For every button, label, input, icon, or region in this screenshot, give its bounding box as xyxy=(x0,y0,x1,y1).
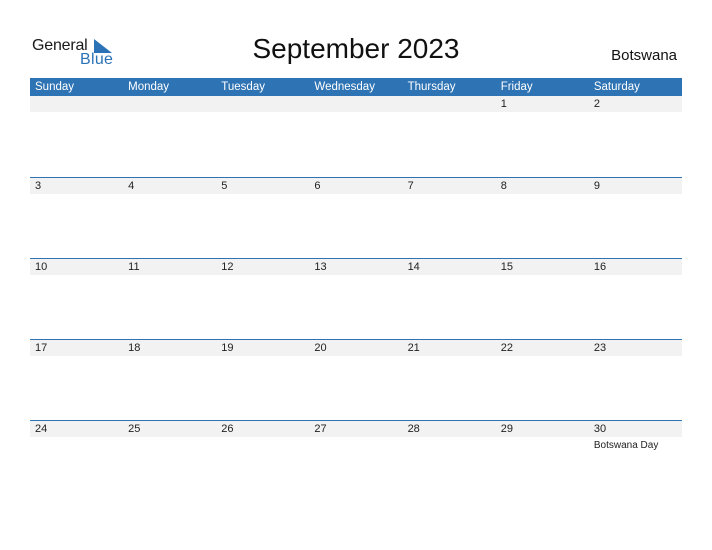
day-cell: 2 xyxy=(593,98,600,110)
day-cell: 6 xyxy=(314,180,321,192)
day-cell: 9 xyxy=(593,180,600,192)
weekday-monday: Monday xyxy=(128,81,170,93)
date-strip: 12 xyxy=(30,96,682,112)
day-cell: 30 Botswana Day xyxy=(589,421,682,451)
weekday-header: Sunday Monday Tuesday Wednesday Thursday… xyxy=(30,78,682,96)
day-cell: 18 xyxy=(128,342,141,354)
day-cell: 3 xyxy=(35,180,42,192)
day-cell: 27 xyxy=(314,423,327,435)
weekday-saturday: Saturday xyxy=(593,81,640,93)
week-row: 17 18 19 20 21 22 23 xyxy=(30,339,682,420)
day-cell: 12 xyxy=(221,261,234,273)
day-cell: 16 xyxy=(593,261,607,273)
day-cell: 17 xyxy=(35,342,48,354)
empty-day-cell xyxy=(309,96,402,112)
day-cell: 4 xyxy=(128,180,135,192)
weekday-thursday: Thursday xyxy=(407,81,456,93)
day-cell: 8 xyxy=(500,180,507,192)
week-row: 12 xyxy=(30,96,682,177)
empty-day-cell xyxy=(403,96,496,112)
day-cell: 13 xyxy=(314,261,327,273)
empty-day-cell xyxy=(123,96,216,112)
calendar-grid: Sunday Monday Tuesday Wednesday Thursday… xyxy=(30,78,682,501)
date-strip: 3 4 5 6 7 8 9 xyxy=(30,178,682,194)
day-cell: 11 xyxy=(128,261,140,273)
date-strip: 24 25 26 27 28 29 30 Botswana Day xyxy=(30,421,682,451)
day-cell: 26 xyxy=(221,423,234,435)
day-cell: 22 xyxy=(500,342,513,354)
day-cell: 5 xyxy=(221,180,228,192)
day-cell: 1 xyxy=(500,98,507,110)
date-strip: 17 18 19 20 21 22 23 xyxy=(30,340,682,356)
weekday-friday: Friday xyxy=(500,81,533,93)
date-strip: 10 11 12 13 14 15 16 xyxy=(30,259,682,275)
day-cell: 21 xyxy=(407,342,420,354)
day-cell: 7 xyxy=(407,180,414,192)
day-cell: 28 xyxy=(407,423,420,435)
day-cell: 19 xyxy=(221,342,234,354)
day-cell: 24 xyxy=(35,423,48,435)
empty-day-cell xyxy=(30,96,123,112)
weekday-sunday: Sunday xyxy=(35,81,75,93)
day-cell: 23 xyxy=(593,342,607,354)
day-cell: 10 xyxy=(35,261,48,273)
week-row: 10 11 12 13 14 15 16 xyxy=(30,258,682,339)
day-cell: 29 xyxy=(500,423,513,435)
day-cell: 25 xyxy=(128,423,141,435)
holiday-label: Botswana Day xyxy=(593,440,659,451)
week-row: 24 25 26 27 28 29 30 Botswana Day xyxy=(30,420,682,501)
country-label: Botswana xyxy=(611,47,677,64)
calendar-title: September 2023 xyxy=(252,33,460,64)
weekday-tuesday: Tuesday xyxy=(221,81,265,93)
day-cell: 20 xyxy=(314,342,327,354)
weekday-wednesday: Wednesday xyxy=(314,81,375,93)
empty-day-cell xyxy=(216,96,309,112)
day-cell: 14 xyxy=(407,261,420,273)
day-cell: 15 xyxy=(500,261,513,273)
week-row: 3 4 5 6 7 8 9 xyxy=(30,177,682,258)
